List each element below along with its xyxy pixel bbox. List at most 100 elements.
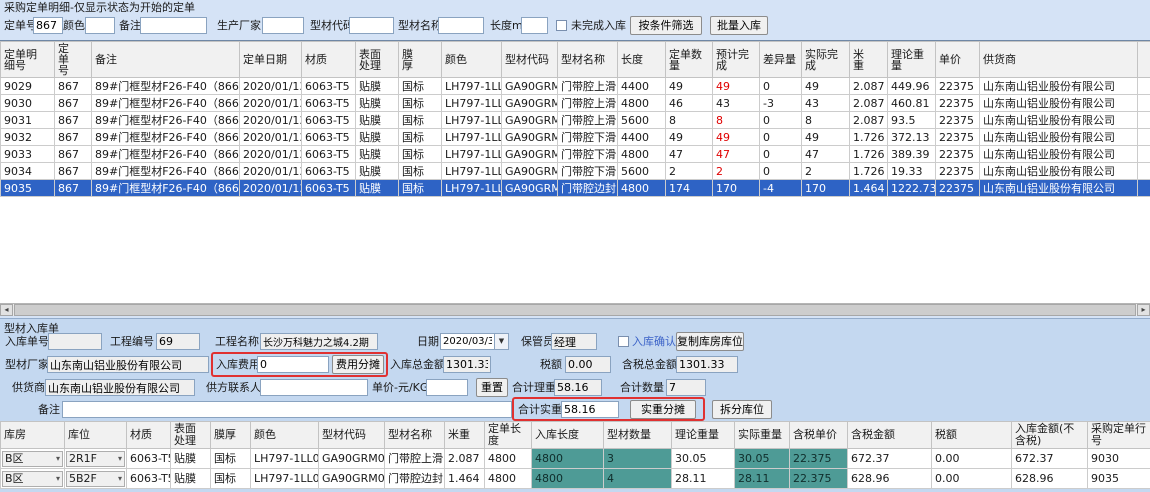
split-location-button[interactable]: 拆分库位 <box>712 400 772 419</box>
project-name-input[interactable] <box>260 333 378 350</box>
column-header[interactable]: 表面 处理 <box>356 42 399 78</box>
scrollbar-thumb[interactable] <box>14 304 1136 316</box>
column-header[interactable]: 税额 <box>932 422 1012 449</box>
column-header[interactable]: 定单数 量 <box>666 42 713 78</box>
column-header[interactable]: 定单明 细号 <box>1 42 55 78</box>
order-row[interactable]: 903186789#门框型材F26-F40（866+867）2020/01/13… <box>1 112 1150 129</box>
combo-select[interactable]: B区▾ <box>2 451 63 467</box>
factory-input[interactable] <box>47 356 209 373</box>
order-row[interactable]: 903086789#门框型材F26-F40（866+867）2020/01/13… <box>1 95 1150 112</box>
column-header[interactable]: 膜厚 <box>211 422 251 449</box>
horizontal-scrollbar[interactable]: ◂ ▸ <box>0 303 1150 316</box>
column-header[interactable]: 供货商 <box>980 42 1138 78</box>
chevron-down-icon[interactable]: ▾ <box>56 470 60 488</box>
chevron-down-icon[interactable]: ▾ <box>118 470 122 488</box>
date-input[interactable] <box>440 333 495 350</box>
inbound-fee-input[interactable] <box>257 356 329 373</box>
column-header[interactable]: 入库长度 <box>532 422 604 449</box>
cell: 2 <box>713 163 760 180</box>
inbound-no-input[interactable] <box>48 333 102 350</box>
total-qty-input[interactable] <box>666 379 706 396</box>
tax-input[interactable] <box>565 356 611 373</box>
keeper-input[interactable] <box>551 333 597 350</box>
column-header[interactable]: 单价 <box>936 42 980 78</box>
column-header[interactable]: 材质 <box>302 42 356 78</box>
color-input[interactable] <box>85 17 115 34</box>
order-row[interactable]: 902986789#门框型材F26-F40（866+867）2020/01/13… <box>1 78 1150 95</box>
column-header[interactable]: 定单长度 <box>485 422 532 449</box>
copy-warehouse-location-button[interactable]: 复制库房库位 <box>676 332 744 351</box>
length-input[interactable] <box>521 17 548 34</box>
unfinished-checkbox[interactable] <box>556 20 567 31</box>
combo-select[interactable]: 2R1F▾ <box>66 451 125 467</box>
order-row[interactable]: 903486789#门框型材F26-F40（866+867）2020/01/13… <box>1 163 1150 180</box>
cell: 49 <box>666 129 713 146</box>
total-actual-weight-input[interactable] <box>561 401 619 418</box>
column-header[interactable]: 型材名称 <box>558 42 618 78</box>
column-header[interactable]: 长度 <box>618 42 666 78</box>
column-header[interactable]: 表面 处理 <box>171 422 211 449</box>
column-header[interactable]: 含税单价 <box>790 422 848 449</box>
column-header[interactable]: 采购定单行 号 <box>1088 422 1150 449</box>
combo-value: 5B2F <box>69 470 97 488</box>
column-header[interactable]: 备注 <box>92 42 240 78</box>
calendar-dropdown-icon[interactable]: ▼ <box>494 333 509 350</box>
column-header[interactable]: 实际完 成 <box>802 42 850 78</box>
column-header[interactable]: 理论重 量 <box>888 42 936 78</box>
scroll-right-icon[interactable]: ▸ <box>1137 304 1150 316</box>
column-header[interactable]: 理论重量 <box>672 422 735 449</box>
column-header[interactable]: 膜 厚 <box>399 42 442 78</box>
scroll-left-icon[interactable]: ◂ <box>0 304 13 316</box>
column-header[interactable] <box>1138 42 1150 78</box>
column-header[interactable]: 库房 <box>1 422 65 449</box>
note-input[interactable] <box>62 401 512 418</box>
supplier-contact-input[interactable] <box>260 379 368 396</box>
project-no-input[interactable] <box>156 333 200 350</box>
column-header[interactable]: 米重 <box>445 422 485 449</box>
column-header[interactable]: 差异量 <box>760 42 802 78</box>
combo-select[interactable]: 5B2F ▾ <box>66 471 125 487</box>
cell: 6063-T5 <box>127 469 171 489</box>
inbound-row[interactable]: B区▾2R1F▾6063-T5贴膜国标LH797-1LL0GA90GRM03门带… <box>1 449 1150 469</box>
inbound-row[interactable]: B区▾5B2F▾6063-T5贴膜国标LH797-1LL0GA90GRM05门带… <box>1 469 1150 489</box>
supplier-input[interactable] <box>45 379 195 396</box>
column-header[interactable]: 库位 <box>65 422 127 449</box>
chevron-down-icon[interactable]: ▾ <box>118 450 122 468</box>
profile-code-input[interactable] <box>349 17 394 34</box>
chevron-down-icon[interactable]: ▾ <box>56 450 60 468</box>
column-header[interactable]: 颜色 <box>251 422 319 449</box>
reset-button[interactable]: 重置 <box>476 378 508 397</box>
order-row[interactable]: 903386789#门框型材F26-F40（866+867）2020/01/13… <box>1 146 1150 163</box>
column-header[interactable]: 定 单 号 <box>55 42 92 78</box>
combo-select[interactable]: B区▾ <box>2 471 63 487</box>
fee-share-button[interactable]: 费用分摊 <box>332 355 384 374</box>
column-header[interactable]: 定单日期 <box>240 42 302 78</box>
column-header[interactable]: 入库金额(不 含税) <box>1012 422 1088 449</box>
actual-weight-share-button[interactable]: 实重分摊 <box>630 400 696 419</box>
batch-inbound-button[interactable]: 批量入库 <box>710 16 768 35</box>
order-row[interactable]: 903586789#门框型材F26-F40（866+867）2020/01/13… <box>1 180 1150 197</box>
total-amount-input[interactable] <box>443 356 491 373</box>
cell <box>1138 180 1150 197</box>
column-header[interactable]: 颜色 <box>442 42 502 78</box>
order-no-input[interactable] <box>33 17 63 34</box>
total-theory-weight-input[interactable] <box>554 379 602 396</box>
column-header[interactable]: 材质 <box>127 422 171 449</box>
order-row[interactable]: 903286789#门框型材F26-F40（866+867）2020/01/13… <box>1 129 1150 146</box>
remark-input[interactable] <box>140 17 207 34</box>
filter-by-condition-button[interactable]: 按条件筛选 <box>630 16 702 35</box>
inbound-confirm-checkbox[interactable] <box>618 336 629 347</box>
manufacturer-input[interactable] <box>262 17 304 34</box>
column-header[interactable]: 型材代码 <box>502 42 558 78</box>
column-header[interactable]: 预计完 成 <box>713 42 760 78</box>
cell: 4400 <box>618 129 666 146</box>
column-header[interactable]: 型材代码 <box>319 422 385 449</box>
column-header[interactable]: 型材名称 <box>385 422 445 449</box>
column-header[interactable]: 含税金额 <box>848 422 932 449</box>
column-header[interactable]: 米 重 <box>850 42 888 78</box>
column-header[interactable]: 型材数量 <box>604 422 672 449</box>
unit-price-input[interactable] <box>426 379 468 396</box>
column-header[interactable]: 实际重量 <box>735 422 790 449</box>
profile-name-input[interactable] <box>438 17 484 34</box>
tax-total-input[interactable] <box>676 356 738 373</box>
